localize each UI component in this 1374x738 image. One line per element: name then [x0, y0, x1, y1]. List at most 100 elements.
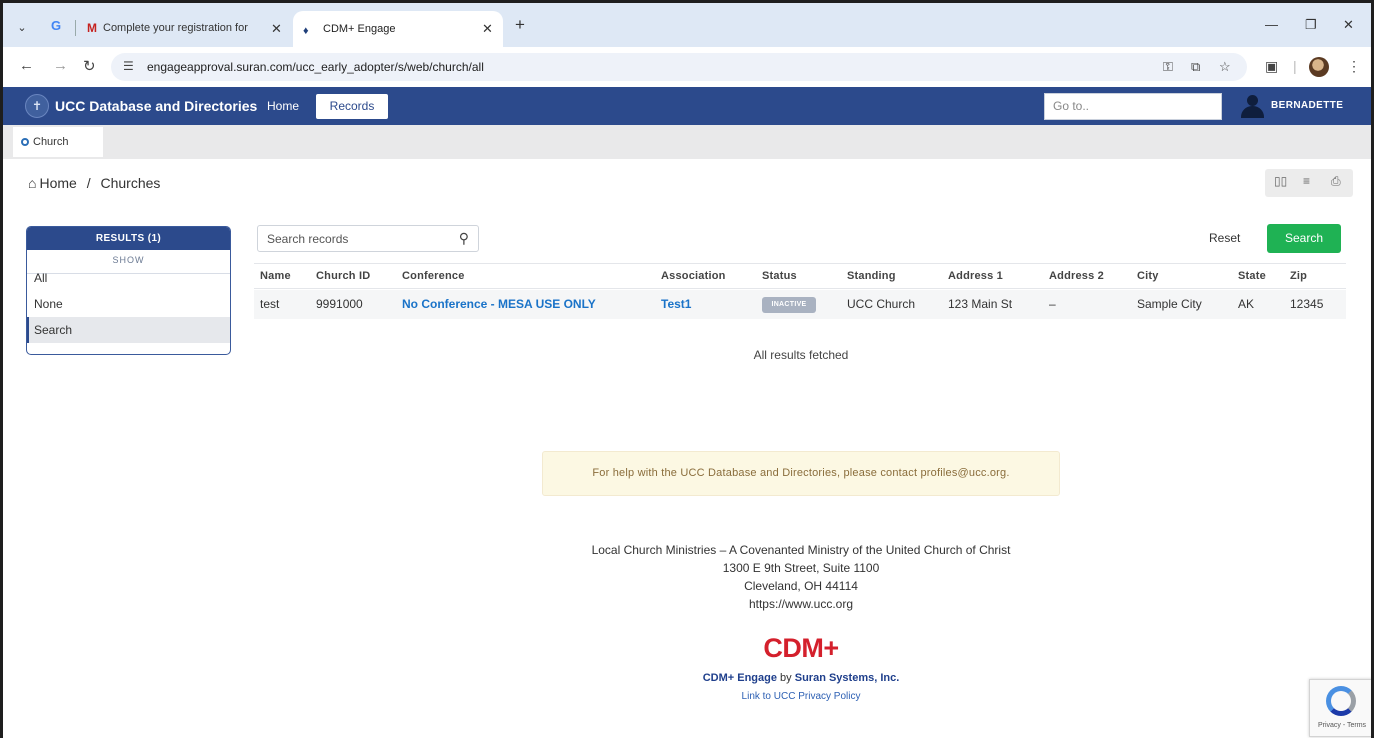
recaptcha-badge[interactable]: Privacy - Terms: [1309, 679, 1371, 737]
results-count: RESULTS (1): [27, 227, 230, 250]
table-header: Name Church ID Conference Association St…: [254, 263, 1346, 289]
recaptcha-icon: [1326, 686, 1356, 716]
url-text: engageapproval.suran.com/ucc_early_adopt…: [147, 60, 484, 74]
site-settings-icon[interactable]: ☰: [123, 59, 134, 73]
cell-address1: 123 Main St: [948, 297, 1013, 311]
column-header[interactable]: Address 2: [1049, 270, 1104, 282]
cell-standing: UCC Church: [847, 297, 916, 311]
card-view-icon[interactable]: ▯▯: [1274, 174, 1287, 188]
cell-address2: –: [1049, 297, 1056, 311]
tab-search-chevron-icon[interactable]: ⌄: [11, 17, 33, 39]
status-badge: INACTIVE: [762, 297, 816, 313]
credit-by: by: [780, 672, 792, 684]
cell-state: AK: [1238, 297, 1255, 311]
cell-name: test: [260, 297, 280, 311]
nav-home[interactable]: Home: [267, 99, 299, 113]
column-header[interactable]: Church ID: [316, 270, 370, 282]
footer-org: Local Church Ministries – A Covenanted M…: [591, 543, 1011, 557]
view-toggle: ▯▯ ≡ ⎙: [1265, 169, 1353, 197]
circle-icon: [21, 138, 29, 146]
list-view-icon[interactable]: ≡: [1303, 174, 1310, 188]
tab-divider: [75, 20, 76, 36]
user-icon[interactable]: [1239, 93, 1265, 119]
breadcrumb-home[interactable]: Home: [39, 175, 76, 191]
table-row[interactable]: test 9991000 No Conference - MESA USE ON…: [254, 290, 1346, 319]
maximize-icon[interactable]: ❐: [1305, 17, 1317, 33]
address-bar: ← → ↻ ☰ engageapproval.suran.com/ucc_ear…: [3, 47, 1371, 87]
minimize-icon[interactable]: —: [1265, 17, 1278, 32]
footer-city: Cleveland, OH 44114: [744, 579, 858, 593]
filter-all[interactable]: All: [27, 265, 230, 291]
cell-association-link[interactable]: Test1: [661, 297, 691, 311]
credit-company[interactable]: Suran Systems, Inc.: [795, 672, 900, 684]
search-placeholder: Search records: [267, 232, 349, 246]
reload-icon[interactable]: ↻: [83, 57, 96, 75]
tab-church[interactable]: Church: [13, 127, 103, 157]
browser-tabstrip: ⌄ G M Complete your registration for ✕ ♦ C…: [3, 3, 1371, 47]
url-field[interactable]: ☰ engageapproval.suran.com/ucc_early_ado…: [111, 53, 1247, 81]
close-window-icon[interactable]: ✕: [1343, 17, 1354, 33]
column-header[interactable]: Conference: [402, 270, 465, 282]
browser-tab-cdm[interactable]: ♦ CDM+ Engage: [293, 11, 503, 47]
gmail-icon: M: [87, 21, 97, 35]
column-header[interactable]: Zip: [1290, 270, 1307, 282]
cell-church-id: 9991000: [316, 297, 363, 311]
close-tab-icon[interactable]: ✕: [482, 21, 493, 37]
results-panel: RESULTS (1) SHOW All None Search: [26, 226, 231, 355]
search-input[interactable]: Search records ⚲: [257, 225, 479, 252]
cell-zip: 12345: [1290, 297, 1324, 311]
toolbar-divider: |: [1293, 58, 1297, 74]
column-header[interactable]: Association: [661, 270, 726, 282]
breadcrumb: ⌂ Home / Churches: [28, 175, 160, 191]
search-icon[interactable]: ⚲: [459, 230, 469, 247]
results-status: All results fetched: [753, 348, 849, 362]
app-header: ✝ UCC Database and Directories Home Reco…: [3, 87, 1371, 125]
bookmark-star-icon[interactable]: ☆: [1219, 59, 1231, 75]
google-icon[interactable]: G: [51, 18, 61, 33]
install-app-icon[interactable]: ⧉: [1191, 59, 1200, 75]
forward-icon[interactable]: →: [53, 57, 68, 74]
user-name[interactable]: BERNADETTE: [1271, 100, 1343, 111]
search-button[interactable]: Search: [1267, 224, 1341, 253]
cdm-favicon: ♦: [303, 25, 309, 37]
credit-product[interactable]: CDM+ Engage: [703, 672, 777, 684]
column-header[interactable]: City: [1137, 270, 1159, 282]
browser-window: ⌄ G M Complete your registration for ✕ ♦ C…: [0, 0, 1374, 738]
home-icon[interactable]: ⌂: [28, 175, 36, 191]
column-header[interactable]: Standing: [847, 270, 896, 282]
goto-input[interactable]: Go to..: [1044, 93, 1222, 120]
tab-title: Complete your registration for: [103, 22, 248, 34]
breadcrumb-current: Churches: [100, 175, 161, 191]
browser-tab-gmail[interactable]: M Complete your registration for: [87, 13, 287, 43]
password-key-icon[interactable]: ⚿: [1163, 59, 1173, 75]
cdm-credit: CDM+ Engage by Suran Systems, Inc.: [3, 672, 1371, 684]
column-header[interactable]: Status: [762, 270, 797, 282]
help-notice: For help with the UCC Database and Direc…: [542, 451, 1060, 496]
footer-street: 1300 E 9th Street, Suite 1100: [722, 561, 880, 575]
column-header[interactable]: Address 1: [948, 270, 1003, 282]
recaptcha-text[interactable]: Privacy - Terms: [1310, 722, 1371, 729]
new-tab-icon[interactable]: +: [515, 15, 525, 35]
profile-avatar[interactable]: [1309, 57, 1329, 77]
back-icon[interactable]: ←: [19, 57, 34, 74]
filter-none[interactable]: None: [27, 291, 230, 317]
breadcrumb-separator: /: [86, 175, 91, 191]
close-tab-icon[interactable]: ✕: [271, 21, 282, 37]
tab-title: CDM+ Engage: [323, 23, 396, 35]
cell-city: Sample City: [1137, 297, 1202, 311]
extensions-icon[interactable]: ▣: [1265, 58, 1278, 75]
ucc-logo-icon[interactable]: ✝: [25, 94, 49, 118]
nav-records[interactable]: Records: [316, 94, 388, 119]
cell-conference-link[interactable]: No Conference - MESA USE ONLY: [402, 297, 596, 311]
filter-search[interactable]: Search: [27, 317, 230, 343]
tab-church-label: Church: [33, 136, 69, 148]
column-header[interactable]: Name: [260, 270, 291, 282]
privacy-policy-link[interactable]: Link to UCC Privacy Policy: [3, 691, 1371, 702]
column-header[interactable]: State: [1238, 270, 1266, 282]
print-icon[interactable]: ⎙: [1331, 174, 1341, 189]
footer-website[interactable]: https://www.ucc.org: [3, 597, 1371, 611]
reset-button[interactable]: Reset: [1209, 231, 1240, 245]
browser-menu-icon[interactable]: ⋮: [1347, 58, 1361, 75]
app-title: UCC Database and Directories: [55, 98, 258, 114]
cdm-logo: CDM+: [763, 633, 839, 663]
